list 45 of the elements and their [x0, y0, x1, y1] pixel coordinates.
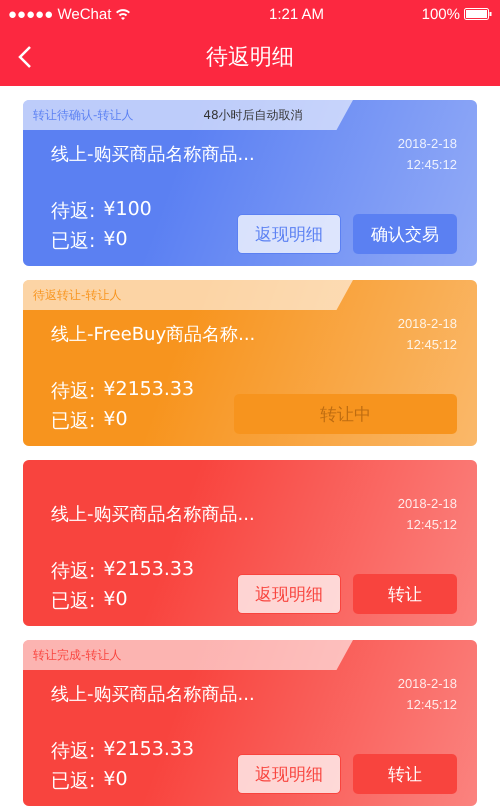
page-title: 待返明细 — [206, 44, 294, 72]
pending-amount: ¥2153.33 — [103, 378, 194, 402]
battery-icon — [464, 8, 492, 20]
returned-amount: ¥0 — [103, 228, 128, 252]
product-name: 线上-购买商品名称商品... — [51, 503, 255, 527]
order-date: 2018-2-18 — [398, 136, 457, 151]
pending-label: 待返: — [51, 379, 96, 404]
pending-amount: ¥2153.33 — [103, 738, 194, 762]
returned-label: 已返: — [51, 769, 96, 794]
action-button[interactable]: 确认交易 — [353, 214, 457, 254]
pending-label: 待返: — [51, 199, 96, 224]
product-name: 线上-购买商品名称商品... — [51, 143, 255, 167]
order-date: 2018-2-18 — [398, 676, 457, 691]
returned-label: 已返: — [51, 229, 96, 254]
carrier-label: ●●●●● WeChat — [8, 6, 112, 22]
pending-label: 待返: — [51, 559, 96, 584]
order-time: 12:45:12 — [406, 157, 457, 172]
returned-label: 已返: — [51, 409, 96, 434]
tag-label: 转让待确认-转让人 — [33, 106, 134, 124]
product-name: 线上-购买商品名称商品... — [51, 683, 255, 707]
order-date: 2018-2-18 — [398, 496, 457, 511]
order-time: 12:45:12 — [406, 337, 457, 352]
battery-percent: 100% — [422, 6, 460, 22]
returned-amount: ¥0 — [103, 588, 128, 612]
clock: 1:21 AM — [268, 6, 324, 22]
back-icon[interactable] — [18, 45, 32, 69]
returned-amount: ¥0 — [103, 768, 128, 792]
order-time: 12:45:12 — [406, 697, 457, 712]
details-button[interactable]: 返现明细 — [237, 574, 341, 614]
action-button[interactable]: 转让 — [353, 754, 457, 794]
order-time: 12:45:12 — [406, 517, 457, 532]
tag-note: 48小时后自动取消 — [203, 106, 303, 124]
returned-amount: ¥0 — [103, 408, 128, 432]
action-button[interactable]: 转让 — [353, 574, 457, 614]
tag-label: 转让完成-转让人 — [33, 646, 122, 664]
order-date: 2018-2-18 — [398, 316, 457, 331]
pending-label: 待返: — [51, 739, 96, 764]
pending-amount: ¥100 — [103, 198, 152, 222]
pending-amount: ¥2153.33 — [103, 558, 194, 582]
details-button[interactable]: 返现明细 — [237, 214, 341, 254]
returned-label: 已返: — [51, 589, 96, 614]
details-button[interactable]: 返现明细 — [237, 754, 341, 794]
product-name: 线上-FreeBuy商品名称... — [51, 323, 256, 347]
tag-label: 待返转让-转让人 — [33, 286, 122, 304]
wifi-icon — [115, 8, 132, 20]
